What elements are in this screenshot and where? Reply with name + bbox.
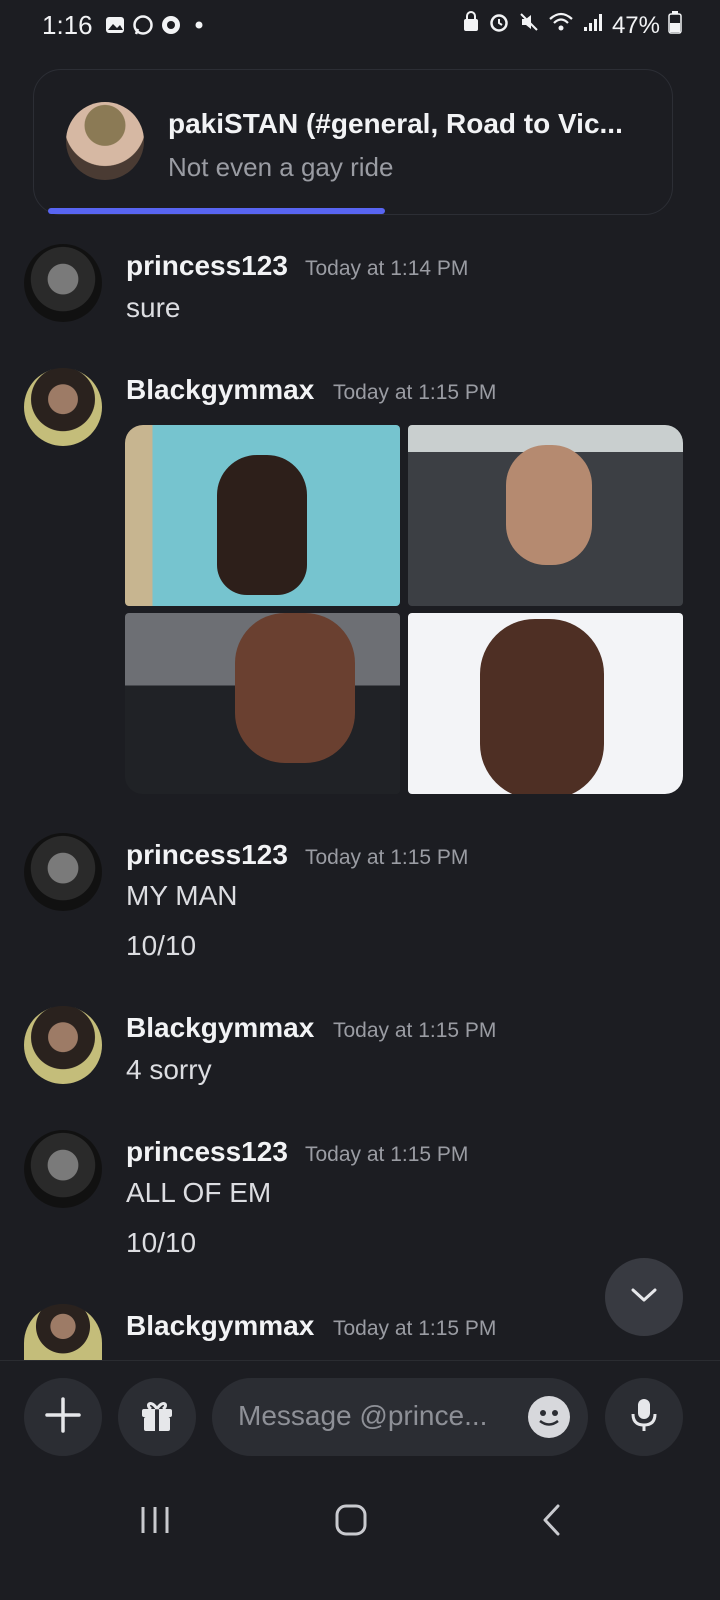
timestamp: Today at 1:15 PM [333,1317,497,1340]
add-attachment-button[interactable] [24,1378,102,1456]
microphone-icon [624,1395,664,1440]
recent-apps-button[interactable] [138,1503,172,1537]
attachment-image[interactable] [125,613,400,794]
attachment-image[interactable] [125,425,400,606]
notification-subtitle: Not even a gay ride [168,152,394,182]
attachment-image[interactable] [408,613,683,794]
gallery-icon [104,14,126,36]
dot-icon [188,14,210,36]
battery-icon [668,10,682,41]
recent-apps-icon [138,1507,172,1541]
gift-button[interactable] [118,1378,196,1456]
username[interactable]: Blackgymmax [126,374,314,406]
message-text: 4 sorry [126,1054,212,1085]
message-text: MY MAN [126,880,238,911]
wifi-icon [548,11,574,40]
signal-icon [582,11,604,40]
timestamp: Today at 1:15 PM [305,846,469,869]
username[interactable]: Blackgymmax [126,1310,314,1342]
alarm-icon [488,11,510,40]
notification-avatar [66,102,144,180]
timestamp: Today at 1:15 PM [333,1019,497,1042]
username[interactable]: princess123 [126,839,288,871]
message-text: 10/10 [126,930,197,961]
notification-title: pakiSTAN (#general, Road to Vic... [168,108,623,139]
status-left-icons [104,14,210,36]
notification-banner[interactable]: pakiSTAN (#general, Road to Vic... Not e… [33,69,673,215]
attachment-image[interactable] [408,425,683,606]
back-icon [536,1504,570,1541]
chrome-icon [160,14,182,36]
message-text: 10/10 [126,1227,197,1258]
voice-message-button[interactable] [605,1378,683,1456]
status-right: 47% [462,10,682,41]
plus-icon [43,1395,83,1440]
timestamp: Today at 1:15 PM [333,381,497,404]
message-input[interactable]: Message @prince... [212,1378,588,1456]
home-button[interactable] [334,1503,368,1537]
lock-icon [462,11,480,40]
chevron-down-icon [629,1285,659,1310]
gift-icon [137,1395,177,1440]
whatsapp-icon [132,14,154,36]
username[interactable]: princess123 [126,1136,288,1168]
status-time: 1:16 [42,10,93,40]
avatar[interactable] [24,833,102,911]
username[interactable]: Blackgymmax [126,1012,314,1044]
home-icon [334,1504,368,1541]
avatar[interactable] [24,1006,102,1084]
emoji-button[interactable] [528,1396,570,1438]
avatar[interactable] [24,1130,102,1208]
username[interactable]: princess123 [126,250,288,282]
battery-text: 47% [611,11,660,39]
mute-icon [518,11,540,40]
back-button[interactable] [536,1503,570,1537]
avatar[interactable] [24,368,102,446]
timestamp: Today at 1:15 PM [305,1143,469,1166]
avatar[interactable] [24,1304,102,1360]
emoji-icon [528,1410,570,1442]
message-text: ALL OF EM [126,1177,272,1208]
notification-progress-bar [48,208,385,214]
message-input-placeholder: Message @prince... [238,1400,488,1431]
timestamp: Today at 1:14 PM [305,257,469,280]
avatar[interactable] [24,244,102,322]
jump-to-bottom-button[interactable] [605,1258,683,1336]
message-text: sure [126,292,181,323]
